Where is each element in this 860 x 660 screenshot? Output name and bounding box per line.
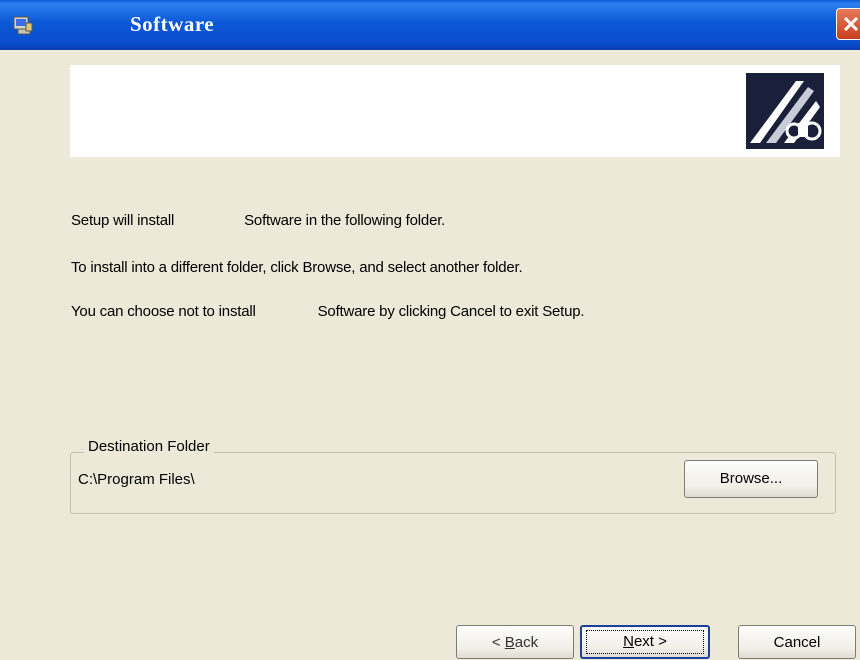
header-banner xyxy=(70,65,840,157)
install-folder-text: Setup will install Software in the follow… xyxy=(71,212,446,229)
cancel-instruction-text: You can choose not to install Software by… xyxy=(71,303,585,320)
next-button[interactable]: Next > xyxy=(580,625,710,659)
close-button[interactable] xyxy=(836,8,860,40)
setup-app-icon[interactable] xyxy=(12,14,34,36)
browse-button[interactable]: Browse... xyxy=(684,460,818,498)
destination-folder-label: Destination Folder xyxy=(84,438,214,455)
focus-rectangle xyxy=(586,630,704,654)
destination-folder-path: C:\Program Files\ xyxy=(78,471,195,488)
back-button[interactable]: < Back xyxy=(456,625,574,659)
installer-logo xyxy=(746,73,824,149)
cancel-button[interactable]: Cancel xyxy=(738,625,856,659)
browse-instruction-text: To install into a different folder, clic… xyxy=(71,259,523,276)
window-title: Software xyxy=(130,12,215,36)
title-bar[interactable]: Software xyxy=(0,0,860,50)
close-icon xyxy=(843,17,859,31)
